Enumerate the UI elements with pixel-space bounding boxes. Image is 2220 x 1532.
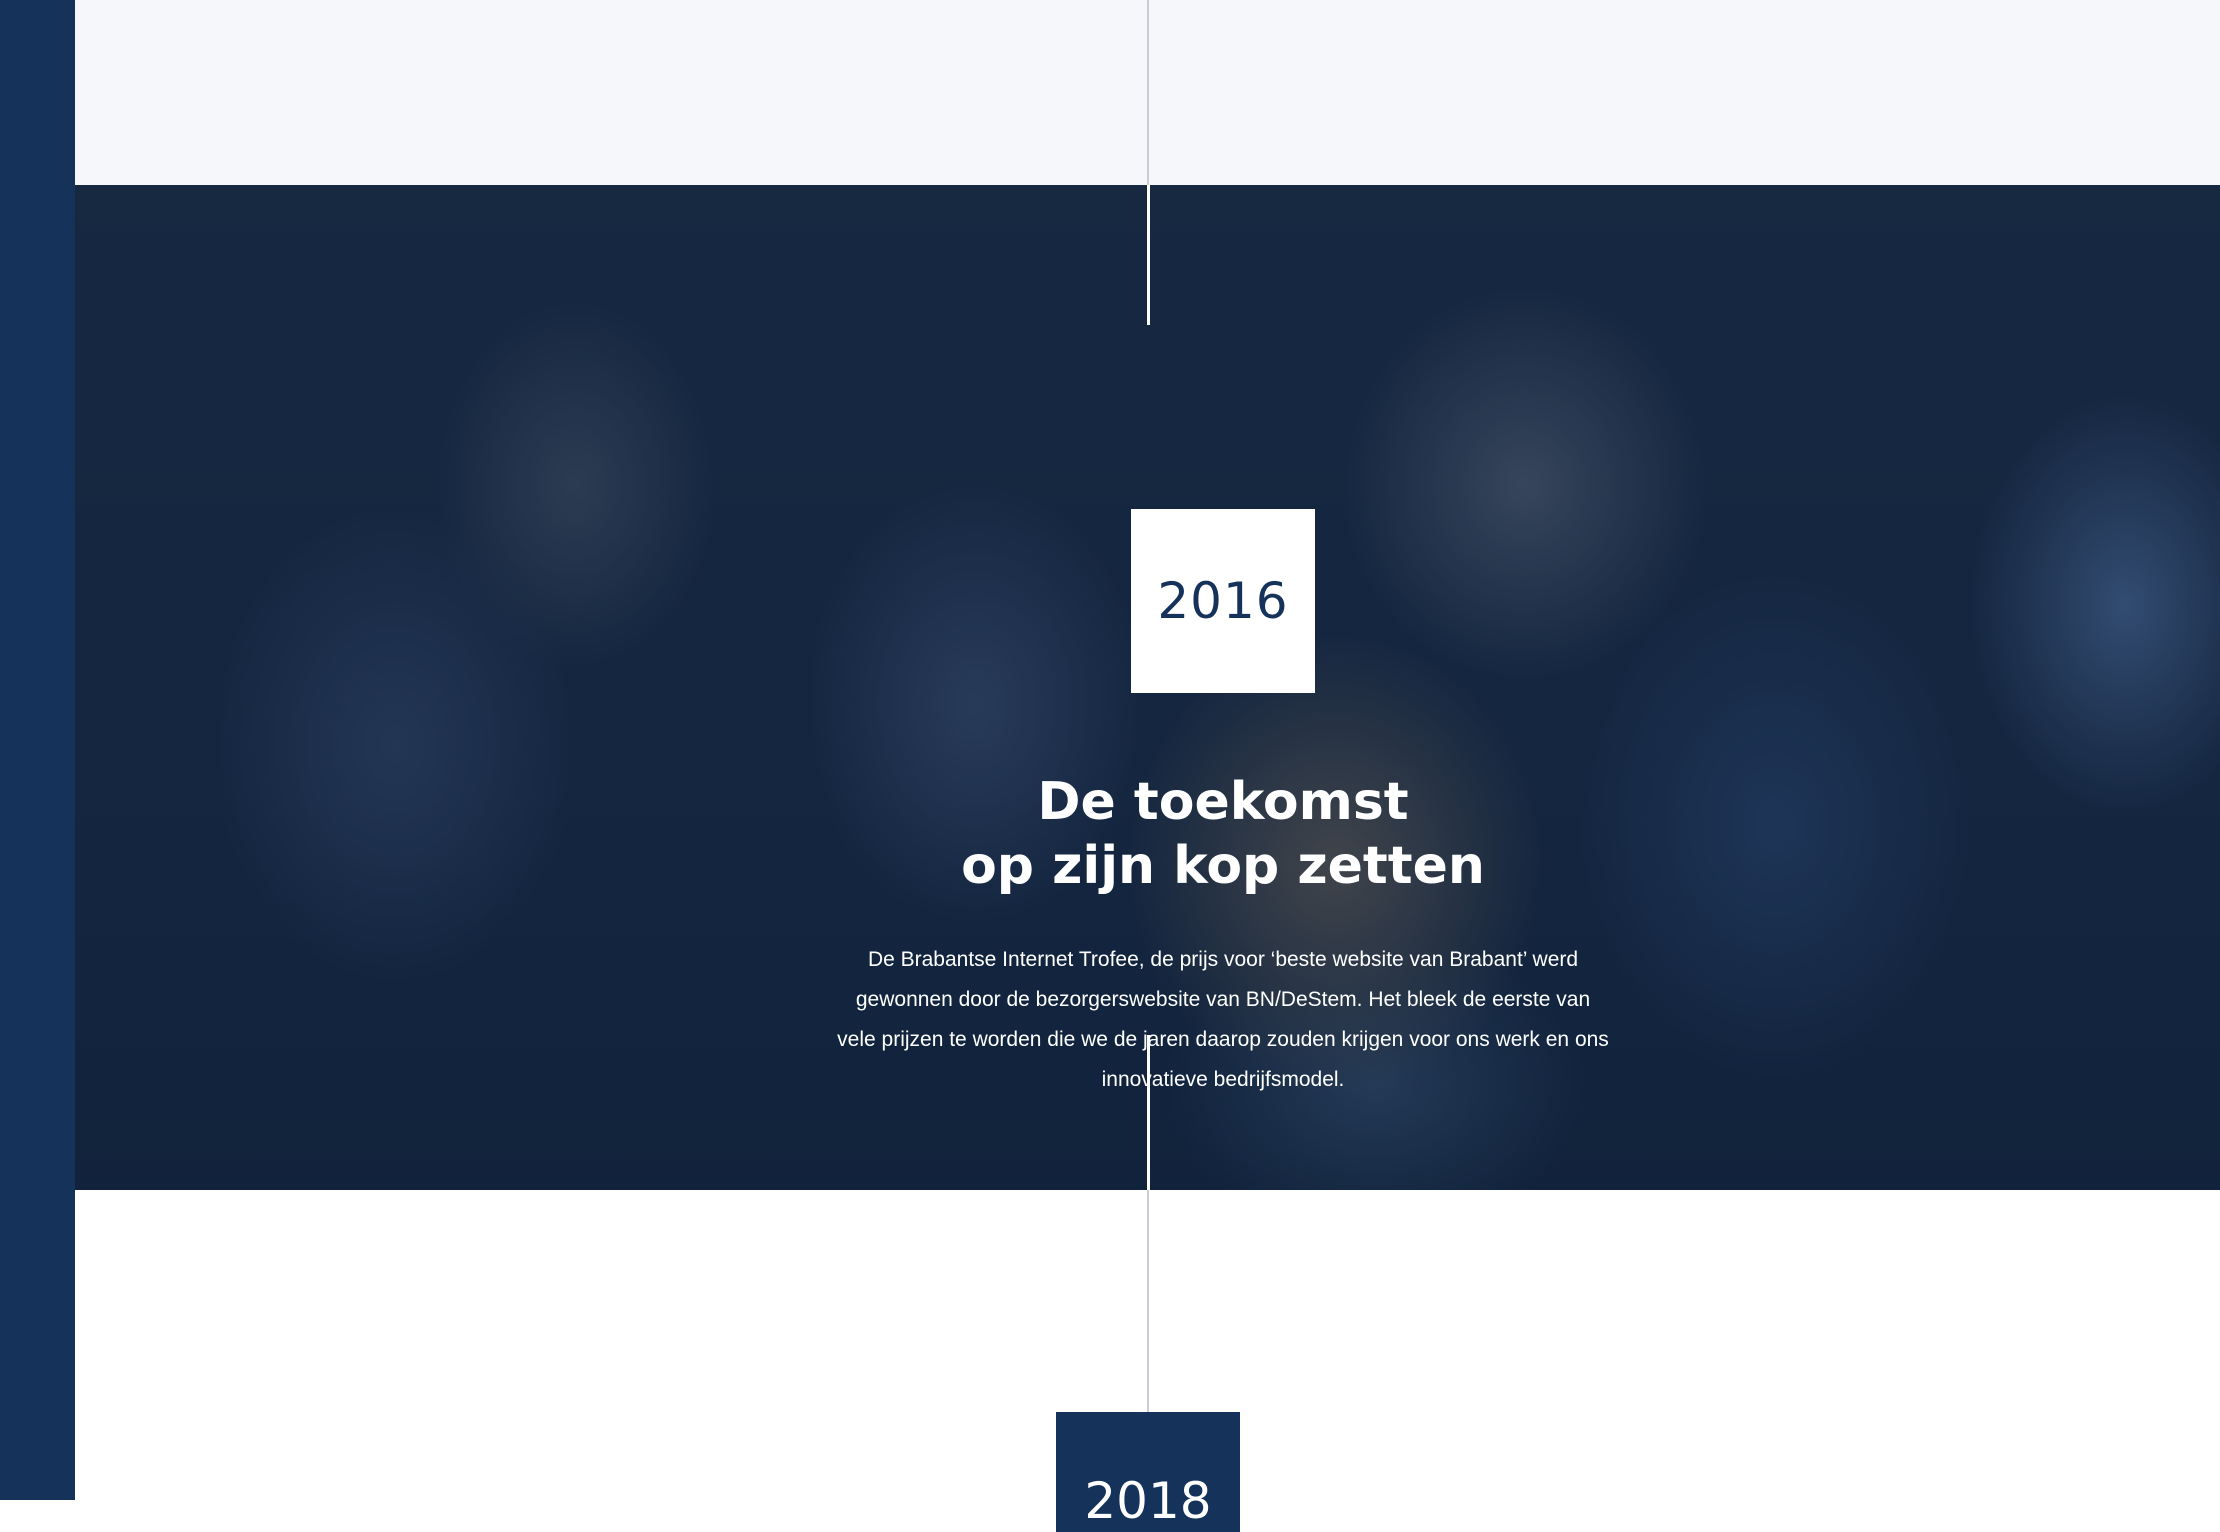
year-badge: 2016 <box>1131 509 1315 693</box>
hero-title: De toekomst op zijn kop zetten <box>775 770 1671 898</box>
hero-description: De Brabantse Internet Trofee, de prijs v… <box>837 948 1609 1091</box>
hero-title-line-1: De toekomst <box>1037 772 1409 832</box>
timeline-connector-bottom <box>1147 1035 1150 1190</box>
timeline-hero-2016: 2016 De toekomst op zijn kop zetten De B… <box>75 185 2220 1190</box>
timeline-connector-top <box>1147 185 1150 325</box>
timeline-line-bottom <box>1147 1190 1149 1412</box>
left-sidebar-bar <box>0 0 75 1500</box>
hero-title-line-2: op zijn kop zetten <box>961 836 1485 896</box>
next-year-badge: 2018 <box>1056 1412 1240 1532</box>
timeline-line-top <box>1147 0 1149 185</box>
